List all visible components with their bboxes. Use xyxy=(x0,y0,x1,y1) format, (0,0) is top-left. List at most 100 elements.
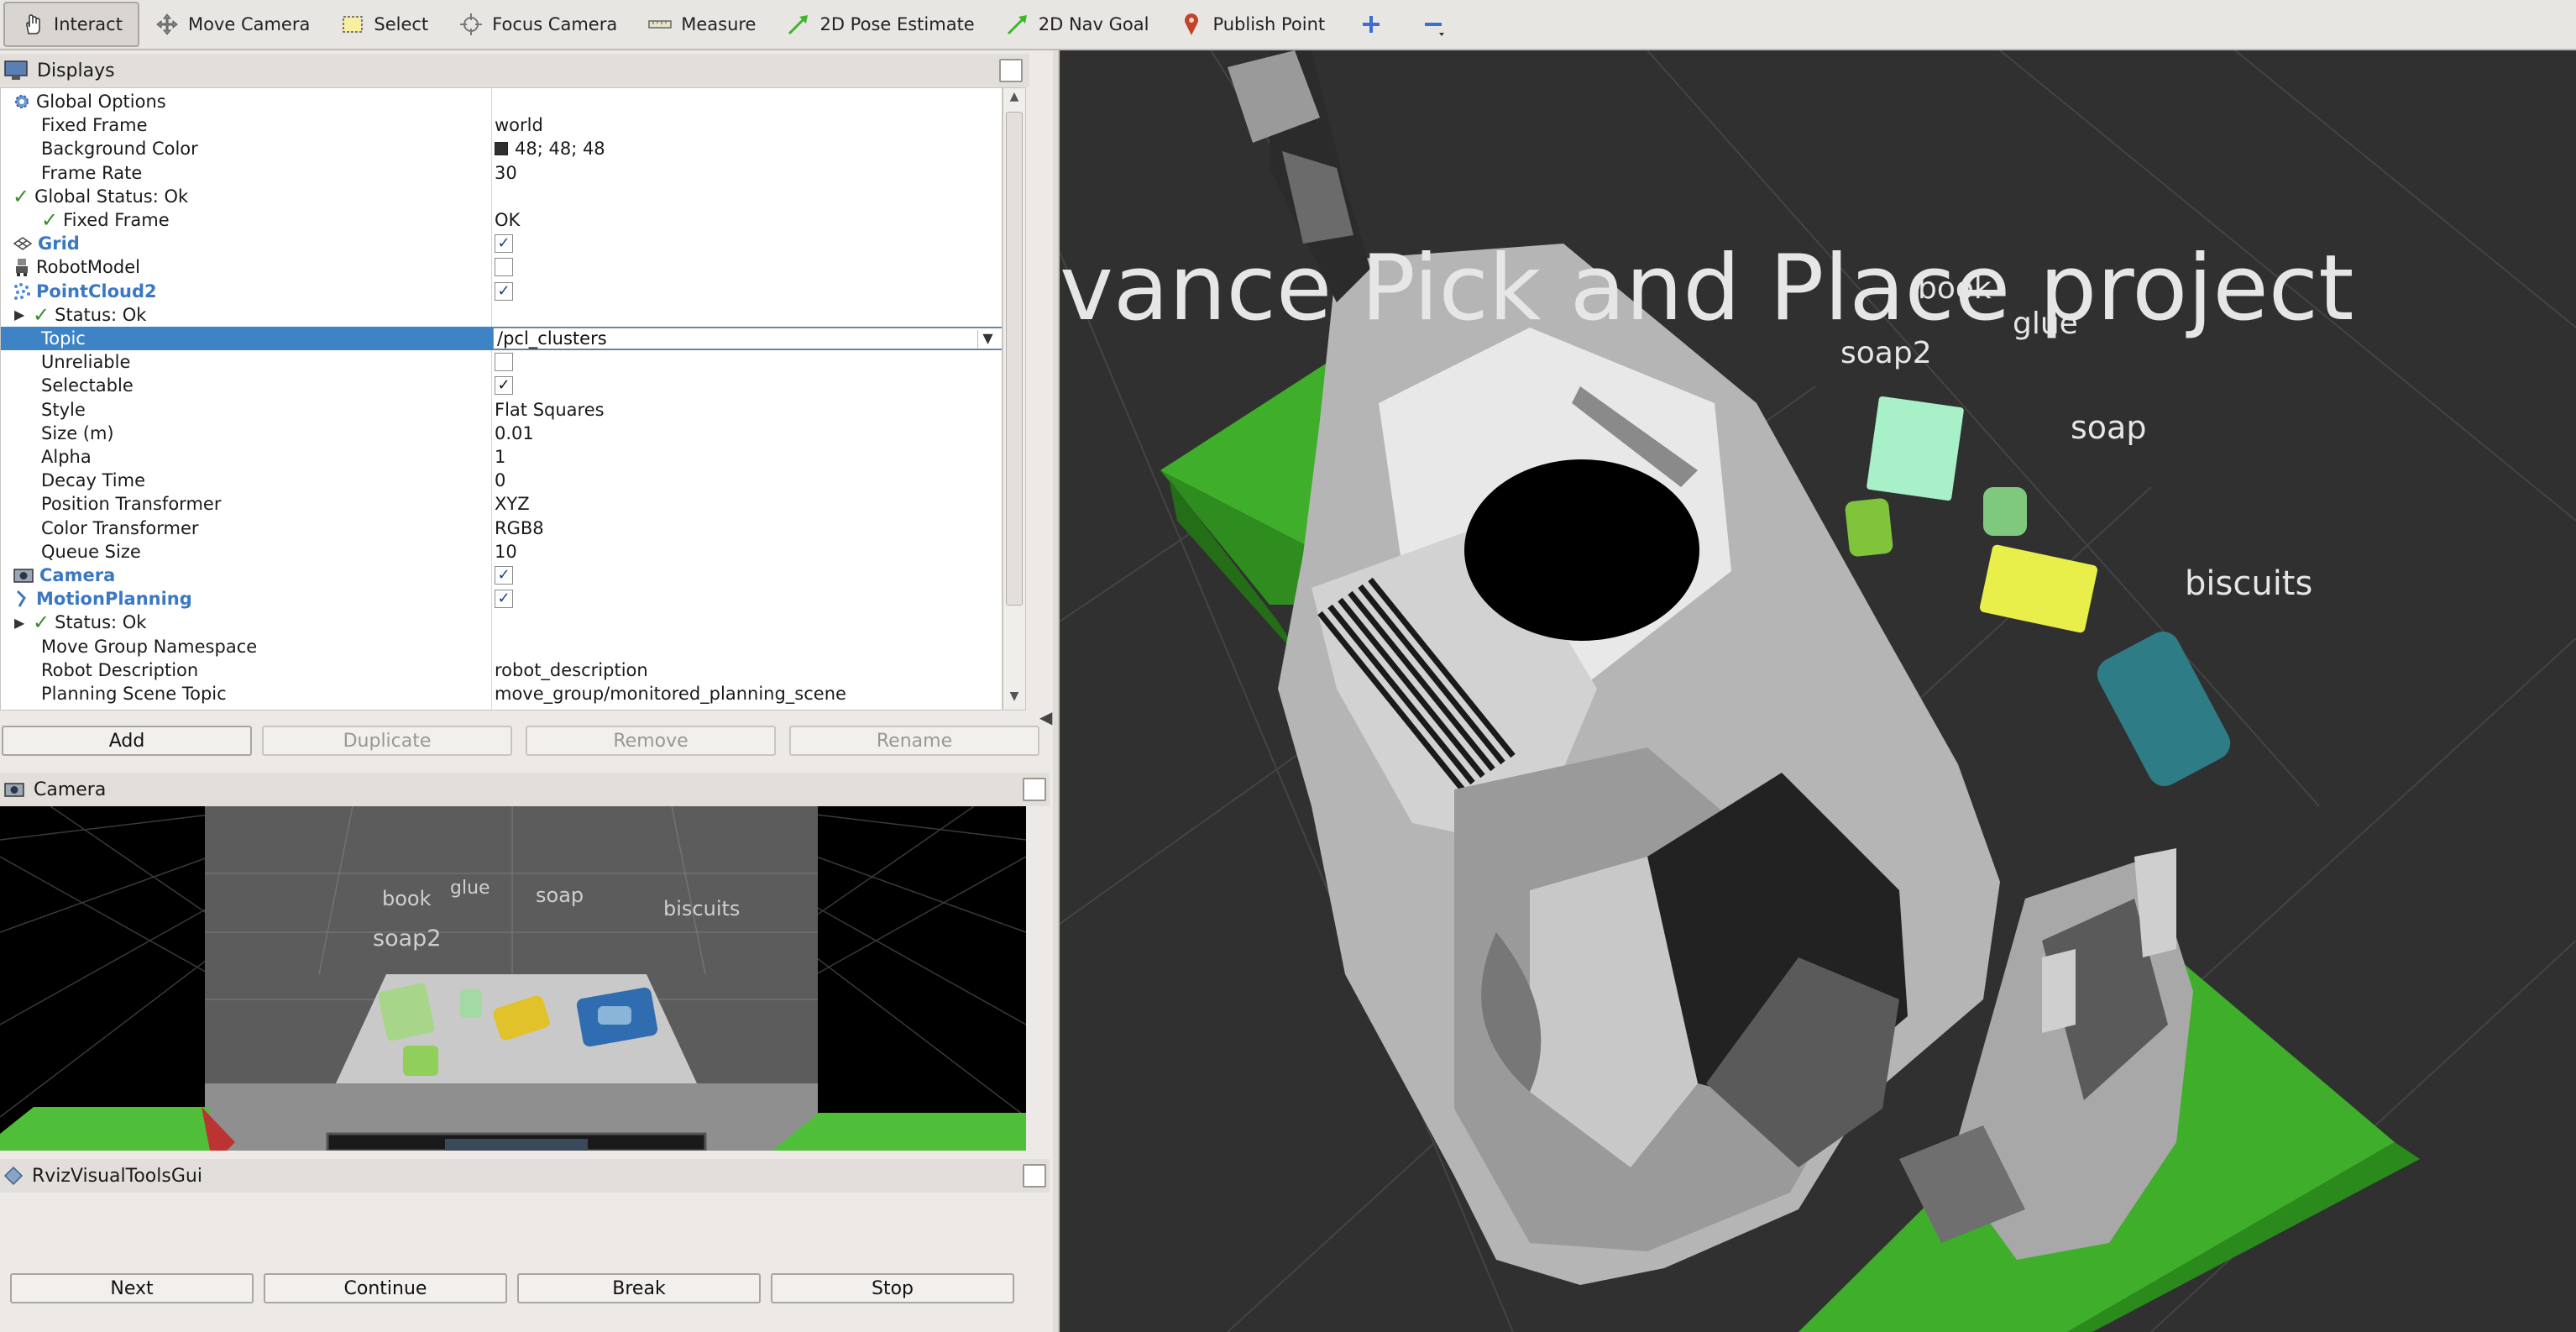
camera-icon xyxy=(4,783,24,797)
tree-row-fixed-frame-status[interactable]: ✓ Fixed Frame OK xyxy=(1,208,1002,232)
break-button[interactable]: Break xyxy=(517,1273,761,1303)
tree-row-label: RobotModel xyxy=(36,257,140,278)
continue-button[interactable]: Continue xyxy=(264,1273,507,1303)
tree-row-grid[interactable]: Grid ✓ xyxy=(1,232,1002,255)
topic-value: /pcl_clusters xyxy=(497,328,607,349)
add-tool-button[interactable] xyxy=(1340,2,1402,47)
tool-2d-nav-goal[interactable]: 2D Nav Goal xyxy=(990,2,1165,47)
scroll-down-icon[interactable]: ▼ xyxy=(1003,690,1025,708)
remove-tool-button[interactable] xyxy=(1402,2,1464,47)
remove-display-button[interactable]: Remove xyxy=(526,726,776,756)
tree-row-label: Style xyxy=(41,399,86,420)
background-color-text: 48; 48; 48 xyxy=(515,139,605,160)
camera-float-button[interactable] xyxy=(1023,778,1046,801)
tree-row-planning-scene-topic[interactable]: Planning Scene Topic move_group/monitore… xyxy=(1,682,1002,705)
tree-row-pointcloud2[interactable]: PointCloud2 ✓ xyxy=(1,280,1002,303)
tree-row-camera[interactable]: Camera ✓ xyxy=(1,564,1002,587)
grid-enabled-checkbox[interactable]: ✓ xyxy=(495,234,513,254)
tree-row-frame-rate[interactable]: Frame Rate 30 xyxy=(1,161,1002,185)
tool-focus-camera[interactable]: Focus Camera xyxy=(443,2,632,47)
tree-row-decay-time[interactable]: Decay Time 0 xyxy=(1,469,1002,492)
color-transformer-value[interactable]: RGB8 xyxy=(495,518,544,538)
tree-row-label: Color Transformer xyxy=(41,517,199,538)
tree-row-alpha[interactable]: Alpha 1 xyxy=(1,445,1002,469)
tree-row-label: PointCloud2 xyxy=(36,281,157,302)
scroll-up-icon[interactable]: ▲ xyxy=(1003,90,1025,108)
tree-row-move-group-namespace[interactable]: Move Group Namespace xyxy=(1,635,1002,658)
scrollbar-thumb[interactable] xyxy=(1006,112,1023,606)
tool-measure[interactable]: Measure xyxy=(632,2,771,47)
select-box-icon xyxy=(343,16,364,33)
robot-description-value[interactable]: robot_description xyxy=(495,660,648,680)
dock-splitter[interactable] xyxy=(1053,50,1060,1332)
tree-row-position-transformer[interactable]: Position Transformer XYZ xyxy=(1,492,1002,516)
style-value[interactable]: Flat Squares xyxy=(495,400,605,420)
displays-float-button[interactable] xyxy=(999,59,1023,82)
scene-label-book: book xyxy=(1918,271,1992,306)
topic-combobox[interactable]: /pcl_clusters ▼ xyxy=(493,328,1002,350)
fixed-frame-value[interactable]: world xyxy=(495,115,543,135)
tree-row-robot-description[interactable]: Robot Description robot_description xyxy=(1,658,1002,682)
rviz-tools-float-button[interactable] xyxy=(1023,1164,1046,1188)
motion-planning-icon xyxy=(16,590,26,608)
rename-display-button[interactable]: Rename xyxy=(789,726,1039,756)
tree-row-motion-status[interactable]: ▶ ✓ Status: Ok xyxy=(1,611,1002,634)
alpha-value[interactable]: 1 xyxy=(495,447,505,467)
displays-tree[interactable]: Global Options Fixed Frame world Backgro… xyxy=(0,87,1003,711)
unreliable-checkbox[interactable] xyxy=(495,353,513,372)
camera-label-biscuits: biscuits xyxy=(663,897,740,920)
cluster-soap2 xyxy=(1867,396,1964,501)
tool-interact[interactable]: Interact xyxy=(3,2,139,47)
tree-row-pointcloud-status[interactable]: ▶ ✓ Status: Ok xyxy=(1,302,1002,327)
background-color-value[interactable]: 48; 48; 48 xyxy=(495,139,605,159)
ruler-icon xyxy=(648,20,672,29)
tree-row-fixed-frame[interactable]: Fixed Frame world xyxy=(1,113,1002,137)
size-value[interactable]: 0.01 xyxy=(495,423,534,443)
selectable-checkbox[interactable]: ✓ xyxy=(495,376,513,396)
tree-row-motion-planning[interactable]: MotionPlanning ✓ xyxy=(1,587,1002,611)
next-button[interactable]: Next xyxy=(10,1273,254,1303)
pointcloud2-enabled-checkbox[interactable]: ✓ xyxy=(495,281,513,301)
render-3d-view[interactable]: vance Pick and Place project book glue s… xyxy=(1060,50,2576,1332)
robot-model-enabled-checkbox[interactable] xyxy=(495,258,513,277)
tool-2d-pose-estimate[interactable]: 2D Pose Estimate xyxy=(771,2,989,47)
scene-label-glue: glue xyxy=(2013,307,2078,341)
tree-row-label: Status: Ok xyxy=(55,612,147,633)
frame-rate-value[interactable]: 30 xyxy=(495,163,517,183)
tree-row-global-options[interactable]: Global Options xyxy=(1,90,1002,113)
tree-row-background-color[interactable]: Background Color 48; 48; 48 xyxy=(1,137,1002,160)
tool-move-camera[interactable]: Move Camera xyxy=(139,2,325,47)
planning-scene-topic-value[interactable]: move_group/monitored_planning_scene xyxy=(495,684,846,704)
camera-image-view[interactable]: book glue soap biscuits soap2 xyxy=(0,806,1026,1151)
decay-time-value[interactable]: 0 xyxy=(495,470,505,490)
tool-publish-point[interactable]: Publish Point xyxy=(1164,2,1340,47)
gear-icon xyxy=(15,95,29,109)
tree-row-queue-size[interactable]: Queue Size 10 xyxy=(1,540,1002,564)
displays-title: Displays xyxy=(37,60,115,81)
collapse-arrow-icon[interactable]: ◀ xyxy=(1039,707,1052,727)
tree-row-global-status[interactable]: ✓ Global Status: Ok xyxy=(1,185,1002,208)
tree-row-style[interactable]: Style Flat Squares xyxy=(1,398,1002,422)
queue-size-value[interactable]: 10 xyxy=(495,542,517,562)
camera-enabled-checkbox[interactable]: ✓ xyxy=(495,566,513,585)
tree-row-topic[interactable]: Topic /pcl_clusters ▼ xyxy=(1,327,1002,351)
displays-scrollbar[interactable]: ▲ ▼ xyxy=(1003,87,1026,711)
tree-row-selectable[interactable]: Selectable ✓ xyxy=(1,374,1002,397)
duplicate-display-button[interactable]: Duplicate xyxy=(262,726,512,756)
color-swatch xyxy=(495,142,508,156)
expand-arrow-icon[interactable]: ▶ xyxy=(14,307,28,323)
expand-arrow-icon[interactable]: ▶ xyxy=(14,615,28,631)
tree-row-unreliable[interactable]: Unreliable xyxy=(1,350,1002,374)
motion-planning-enabled-checkbox[interactable]: ✓ xyxy=(495,590,513,609)
stop-button[interactable]: Stop xyxy=(771,1273,1014,1303)
position-transformer-value[interactable]: XYZ xyxy=(495,494,530,514)
tool-select[interactable]: Select xyxy=(325,2,443,47)
tree-row-robot-model[interactable]: RobotModel xyxy=(1,255,1002,279)
add-display-button[interactable]: Add xyxy=(2,726,252,756)
robot-icon xyxy=(16,259,28,277)
tree-row-color-transformer[interactable]: Color Transformer RGB8 xyxy=(1,517,1002,540)
chevron-down-icon[interactable]: ▼ xyxy=(977,330,997,349)
tree-row-size[interactable]: Size (m) 0.01 xyxy=(1,422,1002,445)
tree-row-label: Decay Time xyxy=(41,470,146,491)
checkmark-icon: ✓ xyxy=(33,302,50,327)
